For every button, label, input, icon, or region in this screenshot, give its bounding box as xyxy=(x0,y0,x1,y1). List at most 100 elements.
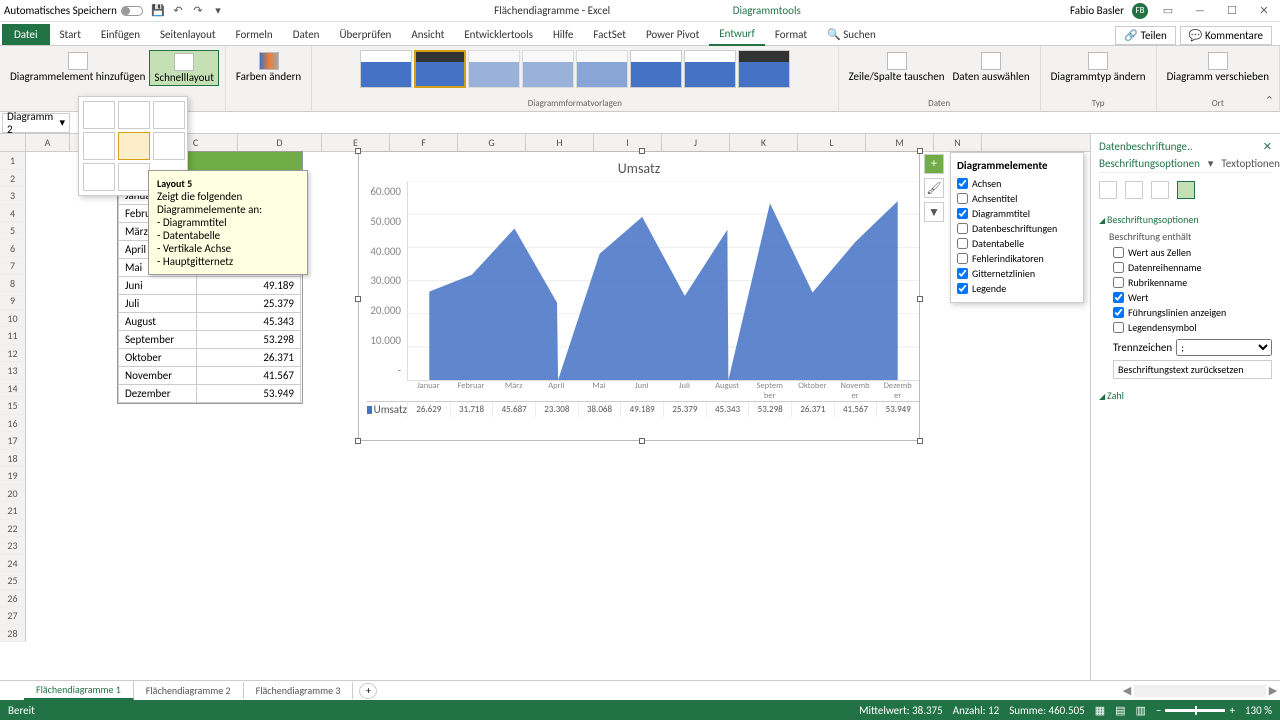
tab-format[interactable]: Format xyxy=(765,24,817,45)
chart-filters-button[interactable]: ▼ xyxy=(924,202,944,222)
tab-design[interactable]: Entwurf xyxy=(709,23,765,46)
layout-4[interactable] xyxy=(83,132,115,160)
comments-button[interactable]: 💬 Kommentare xyxy=(1180,26,1272,45)
size-icon[interactable] xyxy=(1151,181,1169,199)
label-options-icon[interactable] xyxy=(1177,181,1195,199)
switch-row-col-button[interactable]: Zeile/Spalte tauschen xyxy=(845,50,949,84)
add-chart-element-button[interactable]: Diagrammelement hinzufügen xyxy=(6,50,149,86)
title-bar: Automatisches Speichern 💾 ↶ ↷ ▾ Flächend… xyxy=(0,0,1280,22)
element-option[interactable]: Gitternetzlinien xyxy=(957,266,1077,281)
tab-developer[interactable]: Entwicklertools xyxy=(454,24,543,45)
save-icon[interactable]: 💾 xyxy=(151,4,165,18)
element-option[interactable]: Diagrammtitel xyxy=(957,206,1077,221)
autosave-toggle[interactable]: Automatisches Speichern xyxy=(4,4,143,17)
tab-start[interactable]: Start xyxy=(50,24,91,45)
layout-5[interactable] xyxy=(118,132,150,160)
maximize-icon[interactable]: ☐ xyxy=(1220,4,1244,17)
select-data-button[interactable]: Daten auswählen xyxy=(949,50,1034,84)
layout-1[interactable] xyxy=(83,101,115,129)
view-page-icon[interactable]: ▤ xyxy=(1115,704,1125,717)
element-option[interactable]: Achsen xyxy=(957,176,1077,191)
tab-pagelayout[interactable]: Seitenlayout xyxy=(150,24,226,45)
view-break-icon[interactable]: ▥ xyxy=(1136,704,1146,717)
label-option[interactable]: Führungslinien anzeigen xyxy=(1113,305,1272,320)
label-option[interactable]: Legendensymbol xyxy=(1113,320,1272,335)
chart-styles-button[interactable]: 🖌 xyxy=(924,178,944,198)
chart-styles-gallery[interactable] xyxy=(360,50,790,88)
style-2[interactable] xyxy=(414,50,466,88)
change-colors-button[interactable]: Farben ändern xyxy=(232,50,305,84)
add-sheet-button[interactable]: + xyxy=(359,683,377,699)
quick-layout-button[interactable]: Schnelllayout xyxy=(149,50,219,86)
tab-view[interactable]: Ansicht xyxy=(401,24,454,45)
effects-icon[interactable] xyxy=(1125,181,1143,199)
element-option[interactable]: Datenbeschriftungen xyxy=(957,221,1077,236)
format-data-labels-pane: Datenbeschriftunge..✕ Beschriftungsoptio… xyxy=(1090,134,1280,680)
text-options-tab[interactable]: Textoptionen xyxy=(1221,157,1280,170)
tab-insert[interactable]: Einfügen xyxy=(91,24,150,45)
change-chart-type-button[interactable]: Diagrammtyp ändern xyxy=(1047,50,1150,84)
tab-help[interactable]: Hilfe xyxy=(543,24,583,45)
close-icon[interactable]: ✕ xyxy=(1252,4,1276,17)
label-option[interactable]: Datenreihenname xyxy=(1113,260,1272,275)
zoom-level[interactable]: 130 % xyxy=(1245,704,1272,717)
ribbon-display-icon[interactable]: ▭ xyxy=(1156,4,1180,17)
chart-object[interactable]: Umsatz 60.00050.00040.00030.00020.00010.… xyxy=(358,151,920,441)
status-average: Mittelwert: 38.375 xyxy=(859,704,943,717)
sheet-tab-3[interactable]: Flächendiagramme 3 xyxy=(244,682,354,699)
chart-title[interactable]: Umsatz xyxy=(359,152,919,181)
document-title: Flächendiagramme - Excel xyxy=(494,4,610,17)
view-normal-icon[interactable]: ▦ xyxy=(1095,704,1105,717)
file-tab[interactable]: Datei xyxy=(2,24,50,45)
collapse-ribbon-icon[interactable]: ⌃ xyxy=(1265,94,1274,107)
style-8[interactable] xyxy=(738,50,790,88)
style-5[interactable] xyxy=(576,50,628,88)
undo-icon[interactable]: ↶ xyxy=(171,4,185,18)
sheet-tab-bar: Flächendiagramme 1 Flächendiagramme 2 Fl… xyxy=(0,680,1280,700)
layout-7[interactable] xyxy=(83,163,115,191)
tab-review[interactable]: Überprüfen xyxy=(329,24,401,45)
style-7[interactable] xyxy=(684,50,736,88)
search-box[interactable]: 🔍 Suchen xyxy=(817,24,886,45)
layout-2[interactable] xyxy=(118,101,150,129)
plot-area[interactable] xyxy=(407,181,919,381)
tab-powerpivot[interactable]: Power Pivot xyxy=(636,24,709,45)
element-option[interactable]: Datentabelle xyxy=(957,236,1077,251)
element-option[interactable]: Achsentitel xyxy=(957,191,1077,206)
sheet-tab-1[interactable]: Flächendiagramme 1 xyxy=(24,681,134,700)
layout-3[interactable] xyxy=(153,101,185,129)
minimize-icon[interactable]: — xyxy=(1188,4,1212,17)
tab-formulas[interactable]: Formeln xyxy=(226,24,283,45)
chart-elements-button[interactable]: + xyxy=(924,154,944,174)
qat-customize-icon[interactable]: ▾ xyxy=(211,4,225,18)
move-chart-button[interactable]: Diagramm verschieben xyxy=(1163,50,1273,84)
reset-label-button[interactable]: Beschriftungstext zurücksetzen xyxy=(1113,360,1272,379)
zoom-slider[interactable]: −+ xyxy=(1156,704,1235,717)
context-tab-title: Diagrammtools xyxy=(733,4,801,17)
user-name[interactable]: Fabio Basler xyxy=(1070,4,1124,17)
style-1[interactable] xyxy=(360,50,412,88)
style-4[interactable] xyxy=(522,50,574,88)
label-option[interactable]: Wert aus Zellen xyxy=(1113,245,1272,260)
tab-data[interactable]: Daten xyxy=(283,24,330,45)
close-pane-icon[interactable]: ✕ xyxy=(1263,140,1272,153)
chart-data-table: Umsatz 26.62931.71845.68723.30838.06849.… xyxy=(367,401,919,417)
style-6[interactable] xyxy=(630,50,682,88)
status-bar: Bereit Mittelwert: 38.375 Anzahl: 12 Sum… xyxy=(0,700,1280,720)
redo-icon[interactable]: ↷ xyxy=(191,4,205,18)
element-option[interactable]: Fehlerindikatoren xyxy=(957,251,1077,266)
sheet-tab-2[interactable]: Flächendiagramme 2 xyxy=(134,682,244,699)
label-options-tab[interactable]: Beschriftungsoptionen xyxy=(1099,157,1200,170)
label-option[interactable]: Rubrikenname xyxy=(1113,275,1272,290)
share-button[interactable]: 🔗 Teilen xyxy=(1115,26,1175,45)
separator-select[interactable]: ; xyxy=(1176,339,1272,356)
layout-6[interactable] xyxy=(153,132,185,160)
label-option[interactable]: Wert xyxy=(1113,290,1272,305)
style-3[interactable] xyxy=(468,50,520,88)
layout-8[interactable] xyxy=(118,163,150,191)
user-avatar[interactable]: FB xyxy=(1132,3,1148,19)
tab-factset[interactable]: FactSet xyxy=(583,24,636,45)
element-option[interactable]: Legende xyxy=(957,281,1077,296)
name-box[interactable]: Diagramm 2▾ xyxy=(2,113,70,133)
fill-icon[interactable] xyxy=(1099,181,1117,199)
